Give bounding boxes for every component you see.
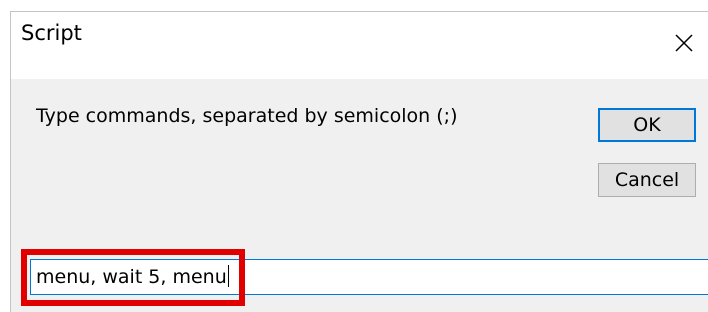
outer-background [0, 0, 708, 11]
text-caret [227, 265, 229, 287]
close-button[interactable] [660, 15, 708, 71]
ok-button[interactable]: OK [598, 108, 696, 142]
script-dialog: Script Type commands, separated by semic… [0, 0, 708, 312]
prompt-label: Type commands, separated by semicolon (;… [36, 105, 458, 127]
cancel-button[interactable]: Cancel [598, 163, 696, 197]
script-input-value: menu, wait 5, menu [36, 266, 227, 288]
script-input[interactable]: menu, wait 5, menu [30, 259, 708, 295]
title-bar [11, 12, 708, 79]
dialog-title: Script [21, 21, 82, 45]
close-icon [675, 34, 693, 52]
